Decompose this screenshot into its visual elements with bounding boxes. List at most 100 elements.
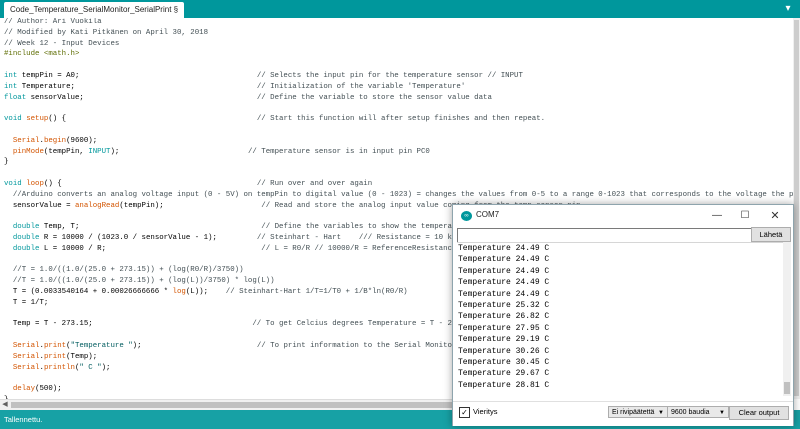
- serial-output-line: Temperature 29.19 C: [458, 335, 550, 345]
- code-token: delay: [12, 385, 36, 394]
- code-token: Serial: [12, 136, 40, 145]
- serial-output-line: Temperature 28.81 C: [458, 380, 550, 390]
- code-token: double: [12, 244, 40, 253]
- code-token: );: [110, 147, 248, 156]
- code-token: Serial: [12, 352, 40, 361]
- sketch-tab[interactable]: Code_Temperature_SerialMonitor_SerialPri…: [4, 2, 185, 18]
- serial-output-line: Temperature 24.49 C: [458, 255, 550, 265]
- serial-monitor-footer: ✓ Vieritys Ei rivipäätettä ▼ 9600 baudia…: [453, 401, 793, 426]
- baud-rate-select[interactable]: 9600 baudia ▼: [667, 406, 729, 418]
- code-token: // Define the variable to store the sens…: [256, 93, 492, 102]
- editor-horizontal-scroll-thumb[interactable]: [11, 402, 456, 408]
- code-token: // Run over and over again: [256, 179, 373, 188]
- send-button[interactable]: Lähetä: [751, 227, 791, 242]
- editor-vertical-scrollbar[interactable]: [793, 18, 800, 399]
- code-line: int Temperature; // Initialization of th…: [4, 82, 793, 93]
- code-token: float: [4, 93, 27, 102]
- code-token: Temperature;: [17, 82, 257, 91]
- code-token: #include <math.h>: [4, 50, 80, 59]
- code-token: //T = 1.0/((1.0/(25.0 + 273.15)) + (log(…: [12, 266, 244, 275]
- editor-vertical-scroll-thumb[interactable]: [794, 20, 799, 396]
- minimize-icon[interactable]: —: [703, 208, 731, 224]
- code-line: void setup() { // Start this function wi…: [4, 114, 793, 125]
- code-token: double: [12, 233, 40, 242]
- serial-output-line: Temperature 26.82 C: [458, 312, 550, 322]
- code-token: println: [43, 363, 75, 372]
- code-token: // Steinhart-Hart 1/T=1/T0 + 1/B*ln(R0/R…: [225, 287, 408, 296]
- serial-monitor-title: COM7: [476, 210, 500, 219]
- serial-output-line: Temperature 24.49 C: [458, 266, 550, 276]
- code-token: int: [4, 82, 18, 91]
- line-ending-select[interactable]: Ei rivipäätettä ▼: [608, 406, 668, 418]
- code-token: tempPin = A0;: [17, 71, 257, 80]
- code-token: T = (0.0033540164 + 0.00026666666 *: [4, 287, 173, 296]
- code-token: void: [4, 115, 22, 124]
- close-icon[interactable]: ✕: [761, 208, 789, 224]
- serial-output-line: Temperature 27.95 C: [458, 323, 550, 333]
- serial-output-line: Temperature 24.49 C: [458, 278, 550, 288]
- sketch-tab-bar: Code_Temperature_SerialMonitor_SerialPri…: [0, 0, 800, 18]
- serial-monitor-titlebar[interactable]: ∞ COM7 — ☐ ✕: [453, 205, 793, 227]
- autoscroll-checkbox[interactable]: ✓: [459, 407, 470, 418]
- serial-output-line: Temperature 24.49 C: [458, 289, 550, 299]
- code-line: // Week 12 - Input Devices: [4, 39, 793, 50]
- serial-output-line: Temperature 29.67 C: [458, 369, 550, 379]
- clear-output-button[interactable]: Clear output: [729, 406, 789, 420]
- code-token: }: [4, 158, 9, 167]
- code-token: sensorValue =: [4, 201, 75, 210]
- serial-output-line: Temperature 24.49 C: [458, 244, 550, 253]
- code-line: }: [4, 157, 793, 168]
- arduino-logo-icon: ∞: [461, 211, 472, 221]
- code-token: (500);: [35, 385, 62, 394]
- code-line: //Arduino converts an analog voltage inp…: [4, 190, 793, 201]
- serial-monitor-window: ∞ COM7 — ☐ ✕ Lähetä Temperature 24.49 CT…: [452, 204, 794, 426]
- code-line: int tempPin = A0; // Selects the input p…: [4, 71, 793, 82]
- chevron-down-icon: ▼: [719, 410, 725, 416]
- code-token: );: [132, 341, 257, 350]
- serial-output-line: Temperature 30.26 C: [458, 346, 550, 356]
- code-token: // Start this function will after setup …: [256, 115, 546, 124]
- code-token: // To print information to the Serial Mo…: [256, 341, 457, 350]
- code-token: // Week 12 - Input Devices: [4, 39, 120, 48]
- code-token: log: [172, 287, 186, 296]
- code-token: setup: [26, 115, 49, 124]
- code-token: double: [12, 223, 40, 232]
- code-line: void loop() { // Run over and over again: [4, 179, 793, 190]
- serial-output-scrollbar[interactable]: [783, 242, 791, 396]
- code-token: () {: [43, 179, 257, 188]
- scroll-left-arrow-icon[interactable]: ◀: [0, 400, 10, 410]
- maximize-icon[interactable]: ☐: [731, 208, 759, 224]
- serial-output[interactable]: Temperature 24.49 C Temperature 24.49 C Te…: [457, 242, 783, 397]
- serial-output-scroll-thumb[interactable]: [784, 382, 790, 394]
- code-token: // Initialization of the variable 'Tempe…: [256, 82, 466, 91]
- code-token: // Modified by Kati Pitkänen on April 30…: [4, 28, 209, 37]
- code-token: R = 10000 / (1023.0 / sensorValue - 1);: [39, 233, 257, 242]
- code-token: (tempPin);: [119, 201, 262, 210]
- code-token: (Temp);: [66, 352, 98, 361]
- chevron-down-icon[interactable]: ▾: [782, 3, 794, 15]
- serial-output-line: Temperature 25.32 C: [458, 301, 550, 311]
- code-token: Serial: [12, 341, 40, 350]
- baud-rate-value: 9600 baudia: [671, 409, 710, 416]
- serial-output-lines: Temperature 24.49 C Temperature 24.49 C Te…: [458, 243, 549, 391]
- code-token: // Author: Ari Vuokila: [4, 18, 102, 26]
- code-token: Temp, T;: [39, 223, 262, 232]
- code-line: float sensorValue; // Define the variabl…: [4, 93, 793, 104]
- code-token: sensorValue;: [26, 93, 257, 102]
- code-line: pinMode(tempPin, INPUT); // Temperature …: [4, 147, 793, 158]
- chevron-down-icon: ▼: [658, 410, 664, 416]
- code-token: pinMode: [12, 147, 44, 156]
- code-token: // Selects the input pin for the tempera…: [256, 71, 523, 80]
